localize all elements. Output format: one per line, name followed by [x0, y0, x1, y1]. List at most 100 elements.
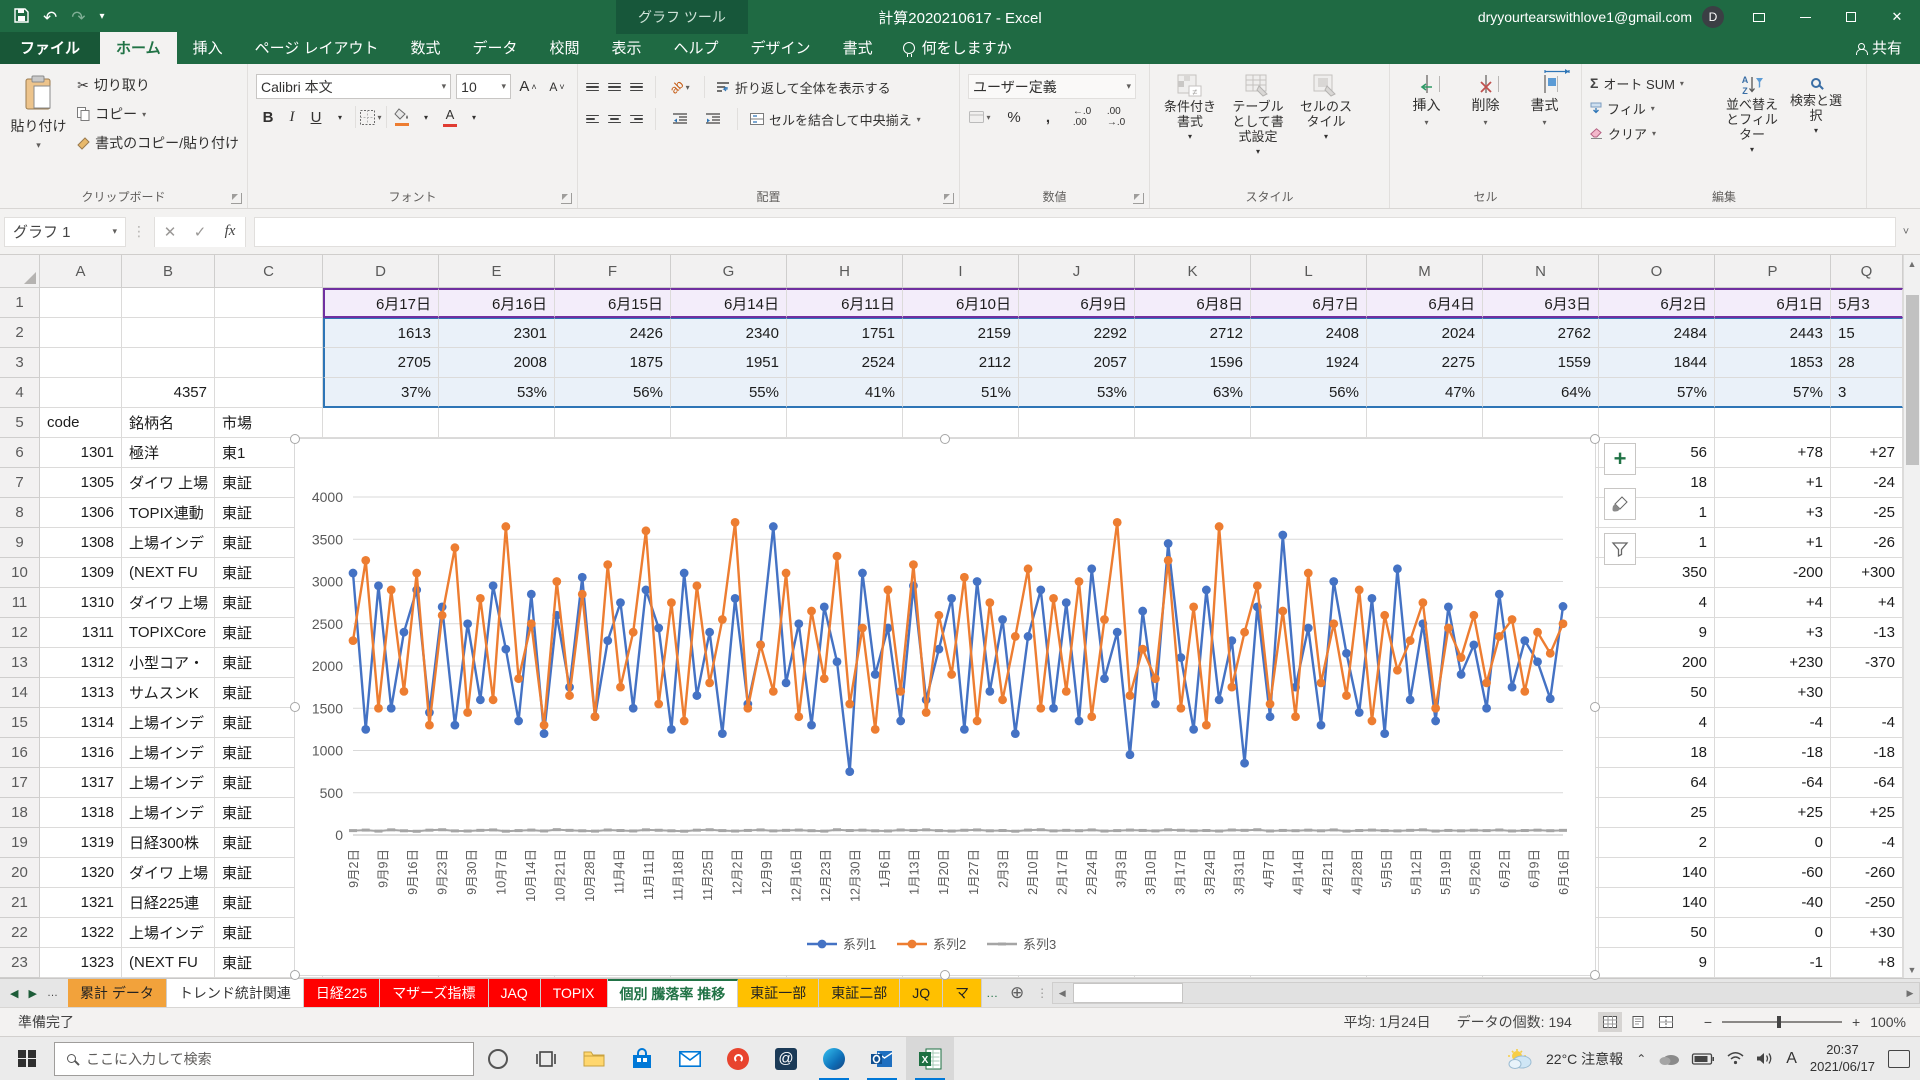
row-header-1[interactable]: 1 [0, 288, 40, 318]
cell-Q15[interactable]: -4 [1831, 708, 1903, 738]
taskbar-search-box[interactable]: ここに入力して検索 [54, 1042, 474, 1076]
chart-selection-handle[interactable] [290, 434, 300, 444]
excel-icon[interactable]: X [906, 1037, 954, 1080]
cell-A11[interactable]: 1310 [40, 588, 122, 618]
cell-L5[interactable] [1251, 408, 1367, 438]
cell-D5[interactable] [323, 408, 439, 438]
sheet-tab-JAQ[interactable]: JAQ [489, 979, 541, 1007]
cell-P16[interactable]: -18 [1715, 738, 1831, 768]
align-bottom-icon[interactable] [630, 83, 643, 92]
zoom-slider[interactable] [1722, 1021, 1842, 1023]
cell-B18[interactable]: 上場インデ [122, 798, 215, 828]
cell-P6[interactable]: +78 [1715, 438, 1831, 468]
column-header-P[interactable]: P [1715, 255, 1831, 288]
decrease-font-icon[interactable]: A˅ [545, 75, 569, 99]
orientation-icon[interactable]: ab▾ [668, 75, 692, 99]
cell-D4[interactable]: 37% [323, 378, 439, 408]
cortana-icon[interactable] [474, 1037, 522, 1080]
decrease-indent-icon[interactable] [668, 107, 692, 131]
cell-A22[interactable]: 1322 [40, 918, 122, 948]
cell-B4[interactable]: 4357 [122, 378, 215, 408]
row-header-6[interactable]: 6 [0, 438, 40, 468]
cell-P18[interactable]: +25 [1715, 798, 1831, 828]
cell-L4[interactable]: 56% [1251, 378, 1367, 408]
row-header-7[interactable]: 7 [0, 468, 40, 498]
clipboard-dialog-launcher[interactable] [231, 193, 242, 204]
cell-B19[interactable]: 日経300株 [122, 828, 215, 858]
merge-center-button[interactable]: セルを結合して中央揃え▾ [750, 106, 921, 132]
hscroll-left-icon[interactable]: ◀ [1053, 988, 1071, 999]
task-view-icon[interactable] [522, 1037, 570, 1080]
cell-D1[interactable]: 6月17日 [323, 288, 439, 318]
cell-C4[interactable] [215, 378, 323, 408]
cell-Q2[interactable]: 15 [1831, 318, 1903, 348]
cell-G4[interactable]: 55% [671, 378, 787, 408]
cell-P10[interactable]: -200 [1715, 558, 1831, 588]
format-cells-button[interactable]: 書式▾ [1516, 70, 1573, 186]
chart-selection-handle[interactable] [290, 970, 300, 980]
row-header-14[interactable]: 14 [0, 678, 40, 708]
cell-N5[interactable] [1483, 408, 1599, 438]
cell-Q20[interactable]: -260 [1831, 858, 1903, 888]
cell-P11[interactable]: +4 [1715, 588, 1831, 618]
column-header-F[interactable]: F [555, 255, 671, 288]
cell-D3[interactable]: 2705 [323, 348, 439, 378]
font-size-combo[interactable]: 10▾ [456, 74, 511, 99]
sheet-nav-right-icon[interactable]: ▶ [28, 987, 36, 1000]
tab-file[interactable]: ファイル [0, 32, 100, 64]
cell-E3[interactable]: 2008 [439, 348, 555, 378]
cell-L2[interactable]: 2408 [1251, 318, 1367, 348]
row-header-11[interactable]: 11 [0, 588, 40, 618]
column-header-L[interactable]: L [1251, 255, 1367, 288]
cell-Q19[interactable]: -4 [1831, 828, 1903, 858]
cell-Q7[interactable]: -24 [1831, 468, 1903, 498]
cell-B21[interactable]: 日経225連 [122, 888, 215, 918]
cell-Q18[interactable]: +25 [1831, 798, 1903, 828]
tab-ホーム[interactable]: ホーム [100, 32, 177, 64]
cell-B17[interactable]: 上場インデ [122, 768, 215, 798]
chart-plot-area[interactable]: 050010001500200025003000350040009月2日9月9日… [295, 439, 1595, 975]
cell-K4[interactable]: 63% [1135, 378, 1251, 408]
formula-input[interactable] [254, 217, 1896, 247]
chart-selection-handle[interactable] [940, 434, 950, 444]
cell-E1[interactable]: 6月16日 [439, 288, 555, 318]
row-header-16[interactable]: 16 [0, 738, 40, 768]
delete-cells-button[interactable]: 削除▾ [1457, 70, 1514, 186]
cell-P23[interactable]: -1 [1715, 948, 1831, 978]
restore-button[interactable] [1828, 0, 1874, 34]
copy-button[interactable]: コピー▾ [77, 101, 239, 127]
tell-me-search[interactable]: 何をしますか [903, 37, 1012, 64]
cell-O20[interactable]: 140 [1599, 858, 1715, 888]
sheet-tab-日経225[interactable]: 日経225 [304, 979, 380, 1007]
sheet-tab-東証二部[interactable]: 東証二部 [819, 979, 900, 1007]
account-email[interactable]: dryyourtearswithlove1@gmail.com [1478, 9, 1692, 25]
cell-M1[interactable]: 6月4日 [1367, 288, 1483, 318]
sheet-tab-JQ[interactable]: JQ [900, 979, 943, 1007]
sheet-nav-more-icon[interactable]: … [47, 987, 58, 999]
cell-P7[interactable]: +1 [1715, 468, 1831, 498]
insert-cells-button[interactable]: 挿入▾ [1398, 70, 1455, 186]
cell-J5[interactable] [1019, 408, 1135, 438]
action-center-icon[interactable] [1888, 1050, 1910, 1068]
row-header-20[interactable]: 20 [0, 858, 40, 888]
onedrive-icon[interactable] [1659, 1052, 1679, 1065]
cell-Q5[interactable] [1831, 408, 1903, 438]
cell-B13[interactable]: 小型コア・ [122, 648, 215, 678]
taskbar-clock[interactable]: 20:372021/06/17 [1810, 1042, 1875, 1075]
legend-entry[interactable]: 系列2 [933, 937, 966, 952]
cell-H1[interactable]: 6月11日 [787, 288, 903, 318]
zoom-level[interactable]: 100% [1870, 1014, 1906, 1030]
cell-L3[interactable]: 1924 [1251, 348, 1367, 378]
cell-P22[interactable]: 0 [1715, 918, 1831, 948]
cell-J3[interactable]: 2057 [1019, 348, 1135, 378]
cell-A16[interactable]: 1316 [40, 738, 122, 768]
cell-Q3[interactable]: 28 [1831, 348, 1903, 378]
cell-O3[interactable]: 1844 [1599, 348, 1715, 378]
cell-N1[interactable]: 6月3日 [1483, 288, 1599, 318]
cell-A4[interactable] [40, 378, 122, 408]
cell-Q6[interactable]: +27 [1831, 438, 1903, 468]
minimize-button[interactable] [1782, 0, 1828, 34]
column-header-Q[interactable]: Q [1831, 255, 1903, 288]
cell-F1[interactable]: 6月15日 [555, 288, 671, 318]
cell-A17[interactable]: 1317 [40, 768, 122, 798]
